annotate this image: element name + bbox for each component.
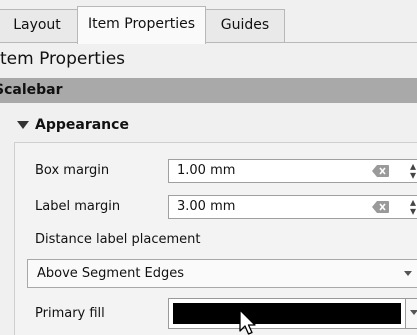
group-title: Appearance bbox=[35, 117, 129, 133]
clear-text-icon[interactable] bbox=[372, 200, 390, 214]
primary-fill-color-button[interactable] bbox=[168, 298, 406, 329]
distance-label-placement-select[interactable]: Above Segment Edges bbox=[27, 259, 417, 288]
panel-title: Item Properties bbox=[0, 44, 125, 74]
primary-fill-label: Primary fill bbox=[35, 306, 105, 321]
primary-fill-menu-button[interactable] bbox=[406, 298, 417, 329]
clear-text-icon[interactable] bbox=[372, 164, 390, 178]
panel-title-text: Item Properties bbox=[0, 49, 126, 69]
item-properties-panel: Layout Item Properties Guides Item Prope… bbox=[0, 0, 417, 335]
chevron-down-icon bbox=[410, 310, 417, 315]
distance-label-placement-value: Above Segment Edges bbox=[37, 266, 185, 281]
section-title: Scalebar bbox=[0, 82, 63, 98]
spin-arrows-icon[interactable]: ▴ ▾ bbox=[410, 160, 416, 181]
group-header-appearance[interactable]: Appearance bbox=[0, 110, 417, 140]
label-margin-value: 3.00 mm bbox=[177, 199, 236, 214]
label-margin-label: Label margin bbox=[35, 199, 121, 214]
tab-layout[interactable]: Layout bbox=[0, 9, 78, 42]
box-margin-value: 1.00 mm bbox=[177, 163, 236, 178]
spin-arrows-icon[interactable]: ▴ ▾ bbox=[410, 196, 416, 217]
tab-item-properties[interactable]: Item Properties bbox=[77, 6, 206, 44]
tab-guides[interactable]: Guides bbox=[205, 9, 285, 42]
section-header-scalebar[interactable]: Scalebar bbox=[0, 78, 417, 103]
collapse-triangle-icon[interactable] bbox=[17, 121, 29, 129]
distance-label-placement-label: Distance label placement bbox=[35, 232, 201, 247]
label-margin-input[interactable]: 3.00 mm ▴ ▾ bbox=[168, 195, 417, 219]
box-margin-input[interactable]: 1.00 mm ▴ ▾ bbox=[168, 159, 417, 183]
chevron-down-icon bbox=[404, 271, 412, 276]
mouse-pointer-icon bbox=[239, 309, 256, 335]
tab-bar-divider bbox=[0, 42, 417, 43]
tab-bar: Layout Item Properties Guides bbox=[0, 0, 417, 44]
box-margin-label: Box margin bbox=[35, 163, 110, 178]
primary-fill-swatch bbox=[173, 303, 401, 324]
